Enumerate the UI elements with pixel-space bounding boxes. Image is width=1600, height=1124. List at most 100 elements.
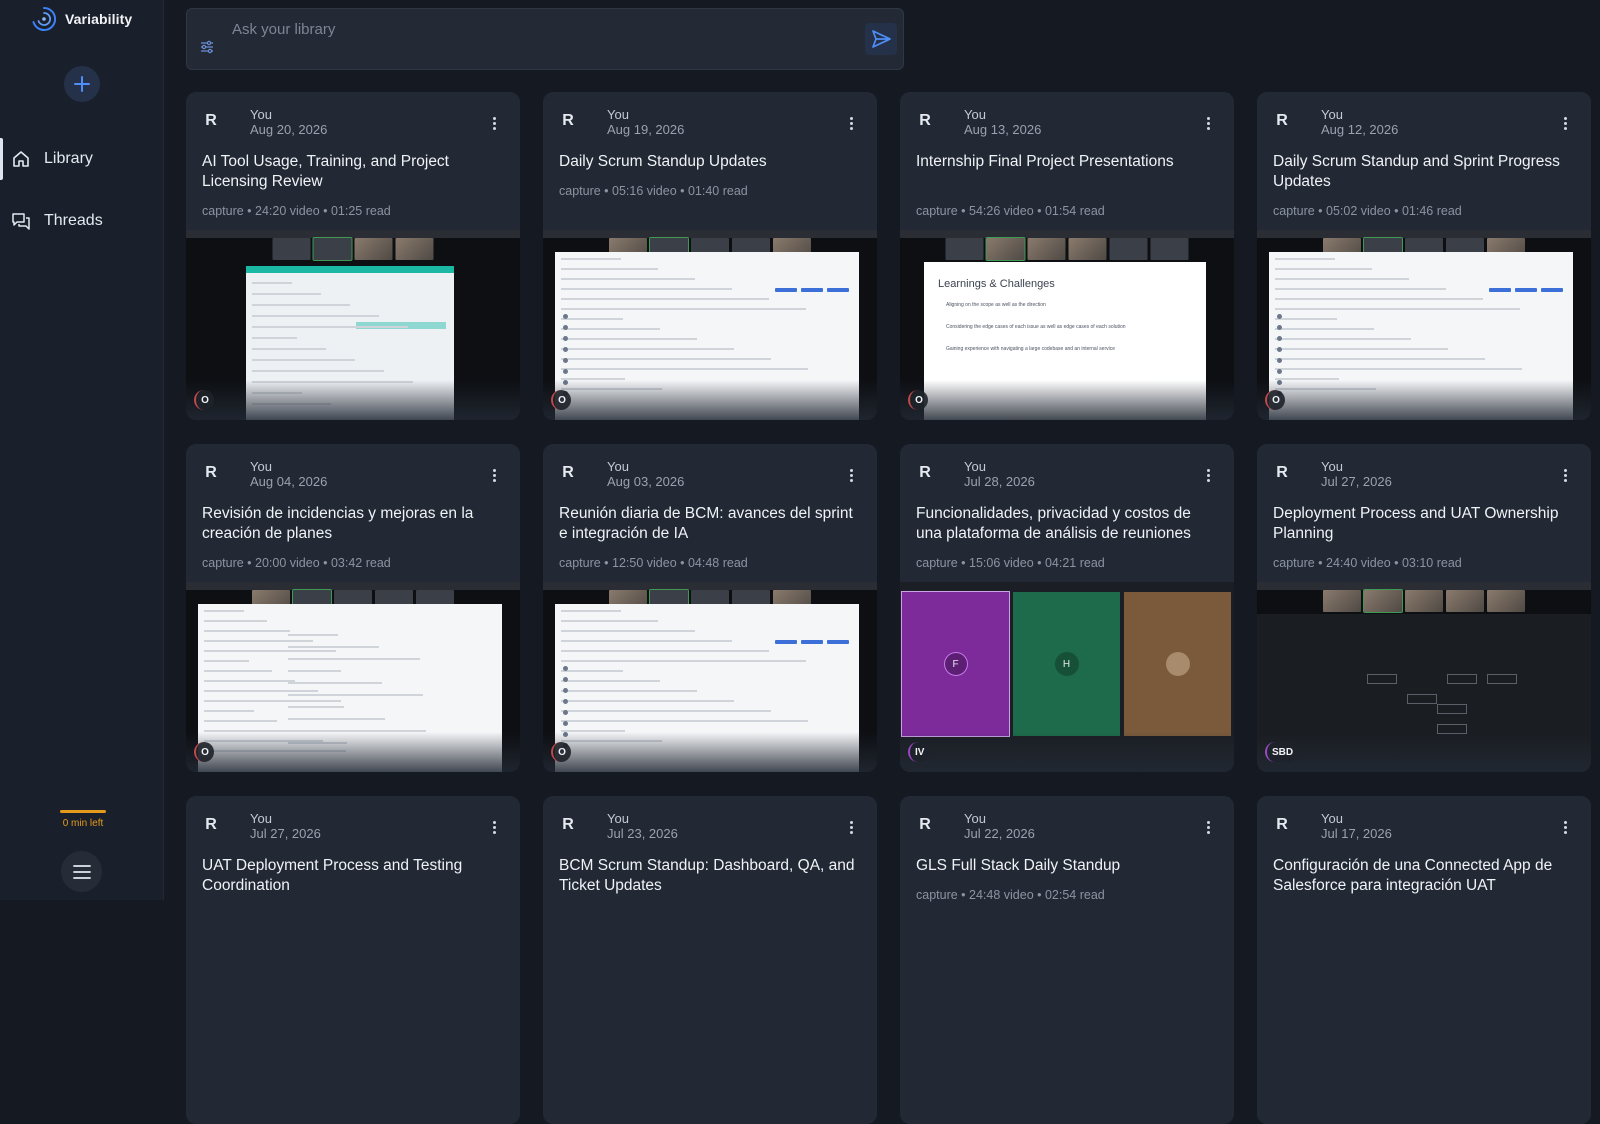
thumbnail-fade [543,732,877,772]
ask-library-input[interactable] [232,17,832,41]
video-thumbnail[interactable]: O [186,582,520,772]
more-options-icon[interactable] [843,114,859,132]
meeting-card[interactable]: R You Aug 20, 2026 AI Tool Usage, Training,… [186,92,520,420]
participant-strip [272,237,434,261]
more-options-icon[interactable] [1200,818,1216,836]
meeting-card[interactable]: R You Jul 17, 2026 Configuración de una Con… [1257,796,1591,1124]
meeting-card[interactable]: R You Aug 03, 2026 Reunión diaria de BCM: a… [543,444,877,772]
meeting-card[interactable]: R You Jul 27, 2026 UAT Deployment Process a… [186,796,520,1124]
sidebar: Variability Library Threads 0 min left [0,0,164,900]
speaker-initials-badge: SBD [1265,742,1299,762]
more-options-icon[interactable] [1557,466,1573,484]
more-options-icon[interactable] [1557,818,1573,836]
thumbnail-fade [900,380,1234,420]
text-line [1275,368,1522,370]
meeting-card[interactable]: R You Jul 27, 2026 Deployment Process and U… [1257,444,1591,772]
video-thumbnail[interactable]: Learnings & Challenges Aligning on the sc… [900,230,1234,420]
more-options-icon[interactable] [486,466,502,484]
board-button [801,288,823,292]
slide-bullet: Considering the edge cases of each issue… [946,324,1126,330]
video-thumbnail[interactable]: SBD [1257,582,1591,772]
video-thumbnail[interactable]: O [186,230,520,420]
meeting-card[interactable]: R You Jul 22, 2026 GLS Full Stack Daily Sta… [900,796,1234,1124]
text-line [204,620,267,622]
more-options-icon[interactable] [486,114,502,132]
participant-tile [1446,590,1484,612]
text-line [1275,258,1335,260]
meeting-card[interactable]: R You Jul 28, 2026 Funcionalidades, privaci… [900,444,1234,772]
meeting-card[interactable]: R You Aug 13, 2026 Internship Final Project… [900,92,1234,420]
owner-name: You [964,811,986,826]
assignee-dot [1277,325,1282,330]
more-options-icon[interactable] [1200,114,1216,132]
text-line [1275,308,1520,310]
text-line [561,258,621,260]
assignee-dot [563,347,568,352]
text-line [252,348,326,350]
kebab-dot [849,121,853,125]
assignee-dot [563,314,568,319]
video-thumbnail[interactable]: O [543,582,877,772]
more-options-icon[interactable] [1200,466,1216,484]
send-button[interactable] [865,23,897,55]
meeting-date: Jul 28, 2026 [964,474,1035,489]
text-line [288,682,382,684]
participant-tile [395,238,434,260]
more-options-icon[interactable] [843,818,859,836]
meeting-title: Daily Scrum Standup and Sprint Progress … [1273,153,1560,190]
meeting-meta: capture • 20:00 video • 03:42 read [202,556,391,570]
meeting-date: Aug 04, 2026 [250,474,328,489]
meeting-date: Jul 27, 2026 [250,826,321,841]
video-thumbnail[interactable]: O [1257,230,1591,420]
meeting-card[interactable]: R You Aug 12, 2026 Daily Scrum Standup and … [1257,92,1591,420]
meeting-title: Deployment Process and UAT Ownership Pla… [1273,505,1559,542]
window-bar [543,230,877,238]
kebab-dot [1563,830,1567,834]
assignee-dot [1277,336,1282,341]
text-line [288,658,420,660]
meeting-meta: capture • 24:20 video • 01:25 read [202,204,391,218]
assignee-dot [563,677,568,682]
meeting-card[interactable]: R You Aug 04, 2026 Revisión de incidencias … [186,444,520,772]
participant-tile [1027,238,1066,260]
sidebar-item-threads[interactable]: Threads [0,200,163,242]
thumbnail-fade [1257,732,1591,772]
avatar: R [205,464,217,481]
avatar: R [562,112,574,129]
video-thumbnail[interactable]: O [543,230,877,420]
text-line [561,610,621,612]
more-options-icon[interactable] [486,818,502,836]
text-line [288,670,341,672]
video-pane [1124,592,1231,736]
more-options-icon[interactable] [1557,114,1573,132]
text-line [204,680,295,682]
assignee-dot [563,325,568,330]
new-capture-button[interactable] [64,66,100,102]
meeting-card[interactable]: R You Jul 23, 2026 BCM Scrum Standup: Dashb… [543,796,877,1124]
sidebar-item-label: Threads [44,212,103,229]
diagram-node [1407,694,1437,704]
menu-button[interactable] [61,851,102,892]
variability-logo-icon [32,6,57,31]
hamburger-icon [72,864,91,879]
kebab-dot [492,121,496,125]
meeting-title: Funcionalidades, privacidad y costos de … [916,505,1191,542]
participant-strip [945,237,1189,261]
participant-tile [1150,238,1189,260]
filter-icon[interactable] [199,39,215,55]
meeting-card[interactable]: R You Aug 19, 2026 Daily Scrum Standup Upda… [543,92,877,420]
kebab-dot [849,126,853,130]
meeting-title: Revisión de incidencias y mejoras en la … [202,505,474,542]
text-line [561,620,658,622]
kebab-dot [1206,478,1210,482]
more-options-icon[interactable] [843,466,859,484]
video-thumbnail[interactable]: F H IV [900,582,1234,772]
brand[interactable]: Variability [31,6,132,32]
owner-name: You [964,459,986,474]
thumbnail-fade [543,380,877,420]
text-line [561,660,806,662]
meeting-title: Internship Final Project Presentations [916,153,1174,170]
assignee-dot [563,666,568,671]
text-line [204,610,244,612]
sidebar-item-library[interactable]: Library [0,138,163,180]
